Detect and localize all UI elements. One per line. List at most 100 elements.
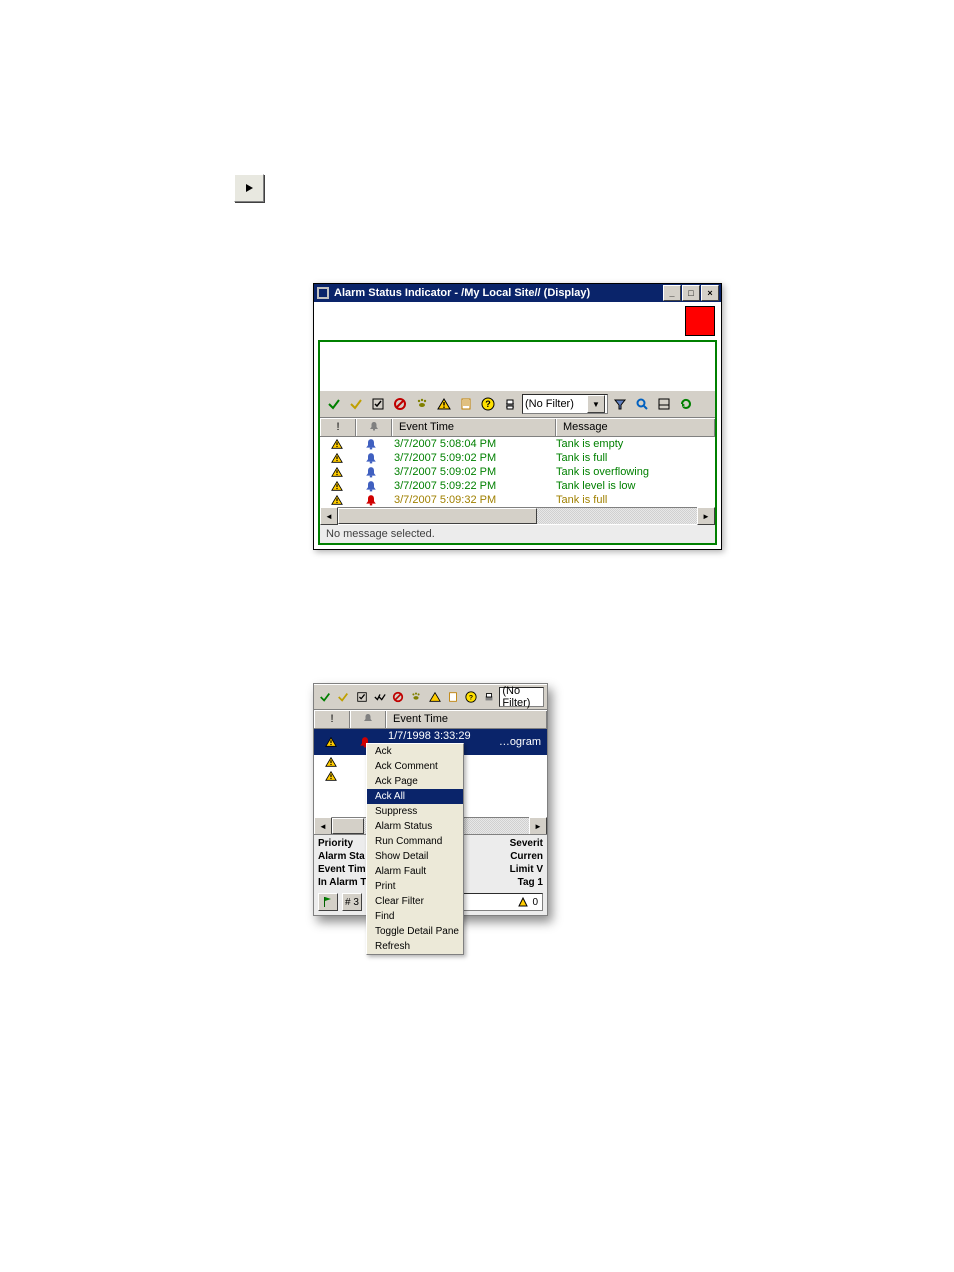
context-menu-item[interactable]: Print — [367, 879, 463, 894]
col-message[interactable]: Message — [556, 419, 715, 436]
find-icon[interactable] — [632, 394, 652, 414]
scroll-right-button[interactable]: ► — [697, 507, 715, 525]
context-menu-item[interactable]: Clear Filter — [367, 894, 463, 909]
filter-dropdown[interactable]: (No Filter) — [499, 687, 544, 707]
report-icon[interactable] — [445, 687, 461, 707]
bell-icon — [354, 480, 388, 492]
msg-trail: …ogram — [493, 736, 547, 748]
col-priority[interactable]: ! — [320, 419, 356, 436]
detail-label: Event Tim — [318, 863, 368, 876]
help-icon[interactable]: ? — [478, 394, 498, 414]
context-menu-item[interactable]: Find — [367, 909, 463, 924]
scroll-thumb[interactable] — [332, 818, 364, 834]
warning-icon[interactable] — [426, 687, 442, 707]
priority-icon — [320, 480, 354, 492]
table-row[interactable]: 3/7/2007 5:08:04 PMTank is empty — [320, 437, 715, 451]
event-time: 3/7/2007 5:09:02 PM — [388, 466, 550, 478]
detail-label: Alarm Sta — [318, 850, 368, 863]
ack-mark-icon[interactable] — [335, 687, 351, 707]
svg-text:?: ? — [485, 399, 491, 409]
event-time: 3/7/2007 5:09:02 PM — [388, 452, 550, 464]
flag-button[interactable] — [318, 893, 338, 911]
context-menu-item[interactable]: Ack All — [367, 789, 463, 804]
context-menu-item[interactable]: Ack — [367, 744, 463, 759]
paw-icon[interactable] — [412, 394, 432, 414]
col-priority[interactable]: ! — [314, 711, 350, 728]
alarm-indicator-square — [685, 306, 715, 336]
message: Tank is empty — [550, 438, 715, 450]
play-button[interactable] — [234, 174, 264, 202]
ack-check-icon[interactable] — [368, 394, 388, 414]
print-icon[interactable] — [481, 687, 497, 707]
grid-header[interactable]: ! Event Time Message — [320, 418, 715, 437]
scroll-right-button[interactable]: ► — [529, 817, 547, 835]
footer-zero: 0 — [532, 897, 538, 908]
detail-label: Priority — [318, 837, 368, 850]
detail-pane-icon[interactable] — [654, 394, 674, 414]
detail-label: Tag 1 — [499, 876, 543, 889]
paw-icon[interactable] — [408, 687, 424, 707]
col-event-time[interactable]: Event Time — [386, 711, 547, 728]
svg-text:?: ? — [469, 695, 473, 702]
ack-mark-icon[interactable] — [346, 394, 366, 414]
detail-label: Severit — [499, 837, 543, 850]
report-icon[interactable] — [456, 394, 476, 414]
filter-dropdown[interactable]: (No Filter) ▼ — [522, 394, 608, 414]
message: Tank is overflowing — [550, 466, 715, 478]
suppress-icon[interactable] — [390, 687, 406, 707]
horizontal-scrollbar[interactable]: ◄ ► — [320, 507, 715, 524]
table-row[interactable]: 3/7/2007 5:09:02 PMTank is full — [320, 451, 715, 465]
context-menu-item[interactable]: Toggle Detail Pane — [367, 924, 463, 939]
context-menu-item[interactable]: Ack Comment — [367, 759, 463, 774]
col-event-time[interactable]: Event Time — [392, 419, 556, 436]
col-bell[interactable] — [356, 419, 392, 436]
print-icon[interactable] — [500, 394, 520, 414]
alarm-grid: ! Event Time Message 3/7/2007 5:08:04 PM… — [320, 418, 715, 524]
scroll-thumb[interactable] — [338, 508, 537, 524]
context-menu-item[interactable]: Refresh — [367, 939, 463, 954]
minimize-button[interactable]: _ — [663, 285, 681, 301]
context-menu-item[interactable]: Ack Page — [367, 774, 463, 789]
col-bell[interactable] — [350, 711, 386, 728]
app-icon — [316, 286, 330, 300]
ack-all-icon[interactable] — [372, 687, 388, 707]
table-row[interactable]: 3/7/2007 5:09:22 PMTank level is low — [320, 479, 715, 493]
maximize-button[interactable]: □ — [682, 285, 700, 301]
grid-header[interactable]: ! Event Time — [314, 710, 547, 729]
filter-icon[interactable] — [610, 394, 630, 414]
bell-icon — [354, 438, 388, 450]
scroll-left-button[interactable]: ◄ — [320, 507, 338, 525]
dropdown-arrow-icon[interactable]: ▼ — [587, 395, 605, 413]
detail-label: Curren — [499, 850, 543, 863]
priority-icon — [320, 438, 354, 450]
event-time: 3/7/2007 5:08:04 PM — [388, 438, 550, 450]
context-menu-item[interactable]: Alarm Status — [367, 819, 463, 834]
context-menu-item[interactable]: Show Detail — [367, 849, 463, 864]
context-menu-item[interactable]: Suppress — [367, 804, 463, 819]
ack-check-icon[interactable] — [353, 687, 369, 707]
alarm-panel: ? (No Filter) ▼ ! Event Time — [318, 340, 717, 545]
context-menu[interactable]: AckAck CommentAck PageAck AllSuppressAla… — [366, 743, 464, 955]
warning-icon[interactable] — [434, 394, 454, 414]
bell-icon — [354, 466, 388, 478]
titlebar[interactable]: Alarm Status Indicator - /My Local Site/… — [314, 284, 721, 302]
suppress-icon[interactable] — [390, 394, 410, 414]
table-row[interactable]: 3/7/2007 5:09:32 PMTank is full — [320, 493, 715, 507]
message: Tank level is low — [550, 480, 715, 492]
scroll-left-button[interactable]: ◄ — [314, 817, 332, 835]
context-menu-item[interactable]: Alarm Fault — [367, 864, 463, 879]
filter-label: (No Filter) — [525, 398, 574, 410]
message: Tank is full — [550, 494, 715, 506]
priority-icon — [320, 494, 354, 506]
close-button[interactable]: × — [701, 285, 719, 301]
alarm-status-window: Alarm Status Indicator - /My Local Site/… — [313, 283, 722, 550]
ack-icon[interactable] — [324, 394, 344, 414]
ack-icon[interactable] — [317, 687, 333, 707]
toolbar: ? (No Filter) — [314, 684, 547, 710]
help-icon[interactable]: ? — [463, 687, 479, 707]
priority-icon — [320, 452, 354, 464]
count-label: # 3 — [342, 893, 362, 911]
refresh-icon[interactable] — [676, 394, 696, 414]
context-menu-item[interactable]: Run Command — [367, 834, 463, 849]
table-row[interactable]: 3/7/2007 5:09:02 PMTank is overflowing — [320, 465, 715, 479]
